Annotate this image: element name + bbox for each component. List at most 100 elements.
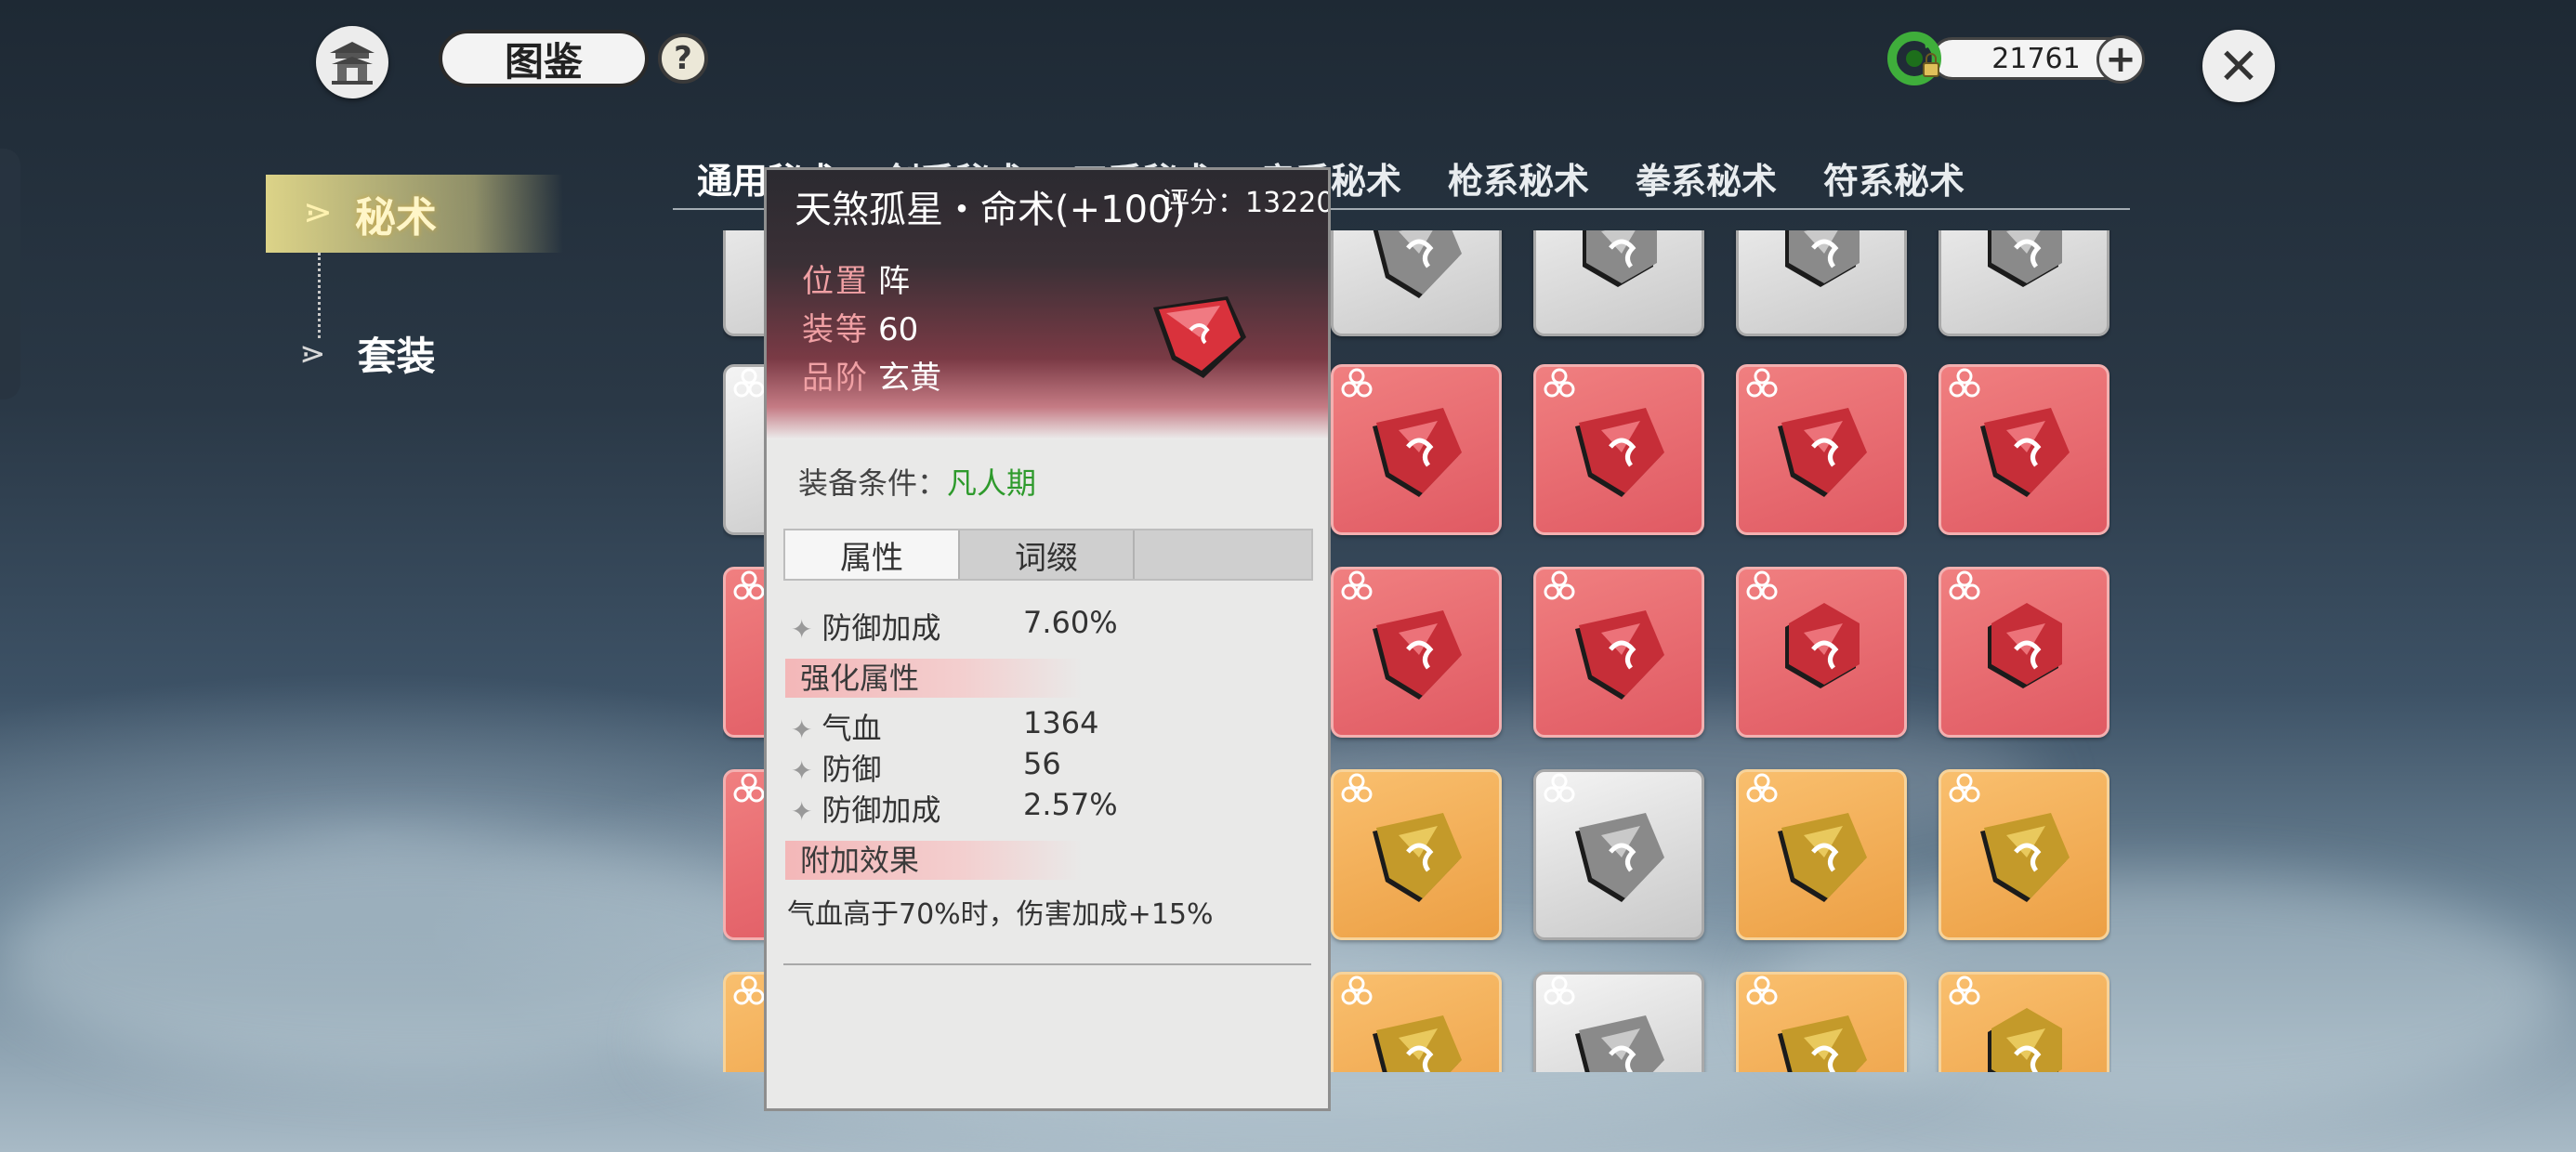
tab-spear[interactable]: 枪系秘术 — [1448, 152, 1589, 203]
base-stat-row: ✦ 防御加成 7.60% — [791, 605, 1118, 648]
enhance-stat-row: ✦ 防御 56 — [791, 746, 1061, 789]
help-button[interactable]: ? — [658, 33, 708, 84]
triple-circle-badge-icon — [1746, 975, 1778, 1005]
condition-label: 装备条件： — [798, 465, 948, 501]
triple-circle-badge-icon — [1341, 570, 1373, 600]
triple-circle-badge-icon — [1949, 570, 1980, 600]
star-icon: ✦ — [791, 614, 813, 645]
triple-circle-badge-icon — [733, 570, 765, 600]
triple-circle-badge-icon — [1746, 368, 1778, 398]
stat-name: 防御 — [821, 752, 882, 787]
close-button[interactable]: ✕ — [2202, 30, 2275, 102]
pavilion-icon — [330, 42, 375, 85]
stat-name: 防御加成 — [821, 792, 941, 828]
item-card[interactable] — [1939, 364, 2109, 535]
item-name: 天煞孤星・命术(+100) — [795, 189, 1187, 231]
item-card[interactable] — [1939, 769, 2109, 940]
item-card[interactable] — [1533, 567, 1704, 738]
gem-icon — [1785, 230, 1860, 287]
tab-talisman[interactable]: 符系秘术 — [1823, 152, 1965, 203]
triple-circle-badge-icon — [1544, 570, 1575, 600]
red-gem-icon — [1153, 296, 1246, 378]
extra-section-header: 附加效果 — [785, 841, 1083, 880]
stat-value: 1364 — [1023, 705, 1099, 740]
star-icon: ✦ — [791, 755, 813, 786]
stat-value: 7.60% — [1023, 605, 1118, 640]
triple-circle-badge-icon — [1544, 773, 1575, 803]
triple-circle-badge-icon — [1341, 975, 1373, 1005]
rank-label: 品阶 — [802, 360, 869, 397]
triple-circle-badge-icon — [1949, 773, 1980, 803]
equip-condition: 装备条件：凡人期 — [798, 460, 1036, 503]
item-card[interactable] — [1331, 230, 1502, 336]
enhance-section-header: 强化属性 — [785, 659, 1083, 698]
triple-circle-badge-icon — [1544, 368, 1575, 398]
triple-circle-badge-icon — [1544, 975, 1575, 1005]
sidebar-item-mishu[interactable]: ⋗ 秘术 — [266, 175, 563, 253]
item-card[interactable] — [1736, 230, 1907, 336]
sidebar-item-taozhuang[interactable]: ⋗ 套装 — [299, 325, 436, 382]
home-button[interactable] — [316, 26, 388, 98]
item-score: 评分：13220 — [1162, 187, 1331, 219]
sidebar-item-label: 套装 — [357, 334, 436, 379]
triple-circle-badge-icon — [1341, 368, 1373, 398]
item-card[interactable] — [1533, 364, 1704, 535]
tooltip-divider — [783, 963, 1311, 965]
triple-circle-badge-icon — [1746, 570, 1778, 600]
add-currency-button[interactable]: + — [2096, 35, 2145, 84]
sidebar-item-label: 秘术 — [355, 194, 437, 242]
triple-circle-badge-icon — [1949, 368, 1980, 398]
extra-effect-text: 气血高于70%时，伤害加成+15% — [787, 898, 1214, 931]
rank-value: 玄黄 — [878, 360, 941, 397]
stat-name: 气血 — [821, 711, 882, 746]
triple-circle-badge-icon — [1949, 975, 1980, 1005]
item-card[interactable] — [1533, 972, 1704, 1072]
stat-name: 防御加成 — [821, 610, 941, 646]
tab-affixes[interactable]: 词缀 — [960, 530, 1135, 579]
jade-currency-icon — [1887, 32, 1941, 85]
triple-circle-badge-icon — [733, 773, 765, 803]
star-icon: ✦ — [791, 796, 813, 827]
level-label: 装等 — [802, 311, 869, 348]
side-edge-tab — [0, 149, 20, 399]
arrow-right-icon: ⋗ — [303, 191, 333, 232]
gem-icon — [1583, 230, 1657, 287]
triple-circle-badge-icon — [733, 368, 765, 398]
item-card[interactable] — [1939, 230, 2109, 336]
condition-value: 凡人期 — [947, 465, 1037, 501]
position-row: 位置阵 — [802, 255, 910, 301]
rank-row: 品阶 玄黄 — [802, 352, 941, 398]
item-card[interactable] — [1736, 567, 1907, 738]
item-card[interactable] — [1939, 567, 2109, 738]
enhance-stat-row: ✦ 防御加成 2.57% — [791, 787, 1118, 830]
item-card[interactable] — [1533, 769, 1704, 940]
level-row: 装等 60 — [802, 304, 918, 349]
item-card[interactable] — [1331, 972, 1502, 1072]
page-title: 图鉴 — [439, 30, 649, 87]
level-value: 60 — [878, 311, 919, 348]
tooltip-tabs: 属性 词缀 — [783, 529, 1313, 581]
triple-circle-badge-icon — [1341, 773, 1373, 803]
tab-attributes[interactable]: 属性 — [785, 530, 960, 579]
arrow-right-icon: ⋗ — [299, 334, 326, 373]
gem-icon — [1373, 230, 1462, 298]
gem-icon — [1988, 230, 2062, 287]
item-card[interactable] — [1533, 230, 1704, 336]
item-card[interactable] — [1939, 972, 2109, 1072]
item-card[interactable] — [1331, 567, 1502, 738]
item-card[interactable] — [1331, 364, 1502, 535]
star-icon: ✦ — [791, 714, 813, 745]
enhance-stat-row: ✦ 气血 1364 — [791, 705, 1098, 748]
triple-circle-badge-icon — [1746, 773, 1778, 803]
item-tooltip: 天煞孤星・命术(+100) 评分：13220 位置阵 装等 60 品阶 玄黄 装备条… — [764, 167, 1331, 1111]
item-card[interactable] — [1736, 972, 1907, 1072]
stat-value: 56 — [1023, 746, 1061, 781]
triple-circle-badge-icon — [733, 975, 765, 1005]
item-card[interactable] — [1736, 769, 1907, 940]
position-label: 位置 — [802, 263, 869, 300]
position-value: 阵 — [878, 263, 910, 300]
tab-fist[interactable]: 拳系秘术 — [1636, 152, 1777, 203]
item-card[interactable] — [1331, 769, 1502, 940]
item-card[interactable] — [1736, 364, 1907, 535]
stat-value: 2.57% — [1023, 787, 1118, 822]
